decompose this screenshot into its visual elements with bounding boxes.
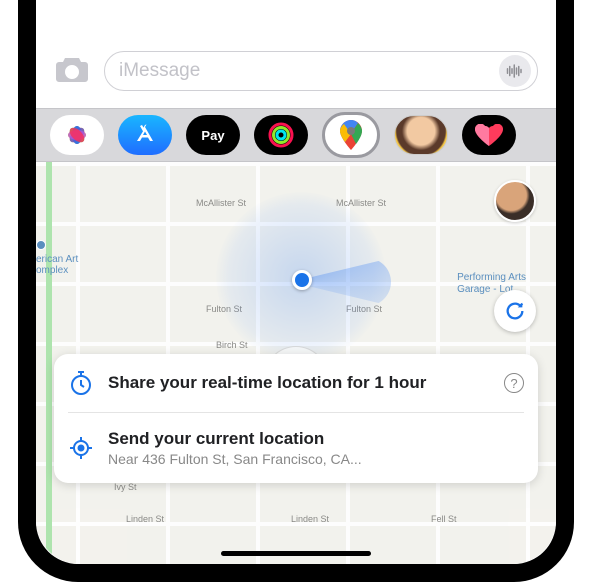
send-current-title: Send your current location xyxy=(108,429,524,449)
timer-icon xyxy=(68,370,94,396)
poi-label: erican Art omplex xyxy=(36,240,78,277)
app-photos[interactable] xyxy=(50,115,104,155)
app-appstore[interactable] xyxy=(118,115,172,155)
send-current-row[interactable]: Send your current location Near 436 Fult… xyxy=(54,413,538,483)
screen: iMessage xyxy=(36,0,556,564)
compose-row: iMessage xyxy=(36,48,556,94)
current-location-dot xyxy=(292,270,312,290)
googlemaps-icon xyxy=(340,120,362,150)
street-label: Fell St xyxy=(431,514,457,524)
street-label: Birch St xyxy=(216,340,248,350)
app-applepay[interactable]: Pay xyxy=(186,115,240,155)
account-avatar[interactable] xyxy=(494,180,536,222)
send-current-subtitle: Near 436 Fulton St, San Francisco, CA... xyxy=(108,451,524,467)
help-icon[interactable]: ? xyxy=(504,373,524,393)
imessage-placeholder: iMessage xyxy=(119,60,499,82)
share-realtime-row[interactable]: Share your real-time location for 1 hour… xyxy=(54,354,538,412)
target-location-icon xyxy=(68,435,94,461)
app-googlemaps-selected[interactable] xyxy=(322,112,380,158)
map-view[interactable]: McAllister St McAllister St Fulton St Fu… xyxy=(36,162,556,564)
street-label: McAllister St xyxy=(196,198,246,208)
app-health[interactable] xyxy=(462,115,516,155)
applepay-icon: Pay xyxy=(201,128,224,143)
home-indicator[interactable] xyxy=(221,551,371,556)
share-realtime-title: Share your real-time location for 1 hour xyxy=(108,373,490,393)
app-memoji[interactable] xyxy=(394,115,448,155)
location-share-card: Share your real-time location for 1 hour… xyxy=(54,354,538,483)
street-label: Ivy St xyxy=(114,482,137,492)
refresh-button[interactable] xyxy=(494,290,536,332)
street-label: Linden St xyxy=(126,514,164,524)
street-label: Linden St xyxy=(291,514,329,524)
camera-icon[interactable] xyxy=(54,54,90,89)
voice-message-button[interactable] xyxy=(499,55,531,87)
app-fitness[interactable] xyxy=(254,115,308,155)
refresh-icon xyxy=(504,300,526,322)
imessage-app-drawer[interactable]: Pay xyxy=(36,108,556,162)
imessage-field[interactable]: iMessage xyxy=(104,51,538,91)
phone-frame: iMessage xyxy=(18,0,574,582)
